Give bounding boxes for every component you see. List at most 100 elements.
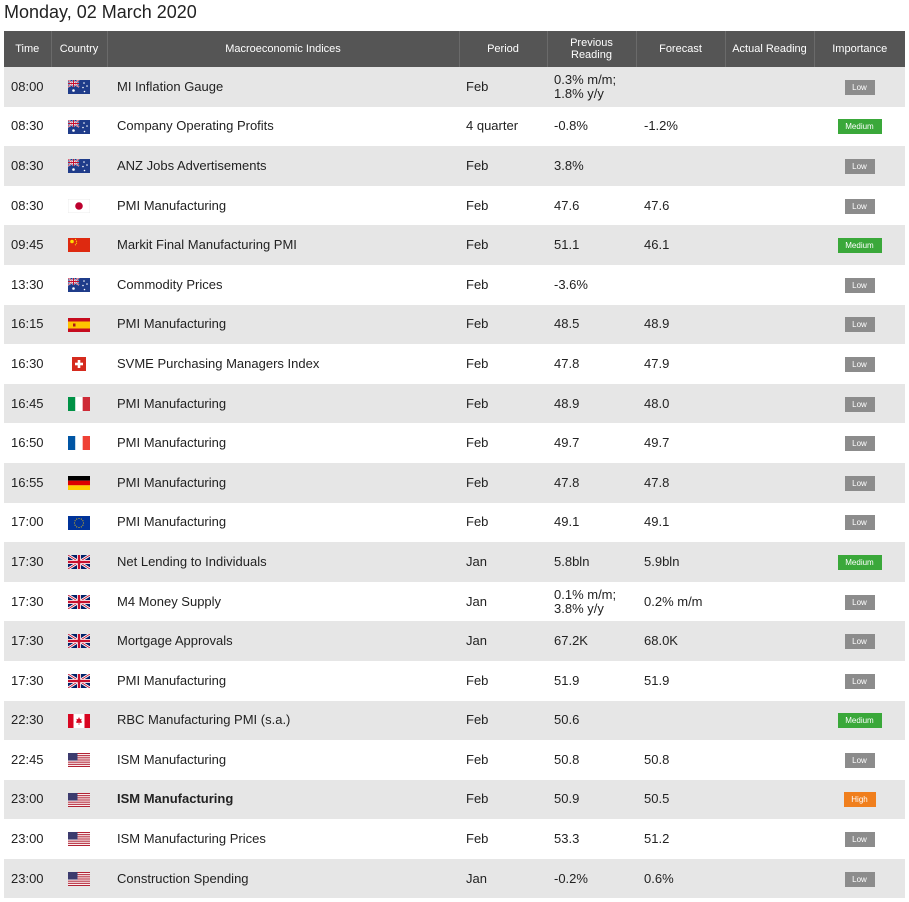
cell-country [51,383,107,424]
cell-previous-reading: 53.3 [547,819,636,859]
cell-indicator-name: PMI Manufacturing [107,423,459,463]
table-body: 08:00 MI Inflation Gauge Feb 0.3% m/m; 1.8%… [4,67,905,899]
column-header-country[interactable]: Country [51,31,108,67]
cell-previous-reading: 48.5 [547,304,636,345]
cell-forecast: 50.5 [636,779,725,820]
cell-actual-reading [725,502,814,543]
cell-period: Jan [459,581,547,622]
importance-badge: Low [844,634,875,650]
cell-forecast: 0.6% [636,858,725,899]
column-header-forecast[interactable]: Forecast [636,31,726,67]
cell-period: Jan [459,621,547,661]
cell-importance: Low [814,304,905,345]
cell-indicator-name: PMI Manufacturing [107,304,459,345]
united-states-flag-icon [68,832,90,847]
cell-previous-reading: 49.7 [547,423,636,463]
cell-period: Feb [459,819,547,859]
cell-forecast: 48.9 [636,304,725,345]
importance-badge: Low [844,594,875,610]
cell-period: Feb [459,304,547,345]
table-row[interactable]: 23:00 ISM Manufacturing Feb 50.9 50.5 High [4,779,905,820]
cell-country [51,304,107,345]
column-header-time[interactable]: Time [4,31,52,67]
cell-time: 08:30 [4,185,51,226]
table-row[interactable]: 09:45 Markit Final Manufacturing PMI Feb 51… [4,225,905,265]
table-row[interactable]: 16:55 PMI Manufacturing Feb 47.8 47.8 Low [4,462,905,503]
importance-badge: Low [844,515,875,531]
column-header-index[interactable]: Macroeconomic Indices [107,31,460,67]
cell-importance: Low [814,819,905,859]
cell-period: Feb [459,383,547,424]
cell-period: Feb [459,740,547,780]
importance-badge: Low [844,79,875,95]
cell-period: 4 quarter [459,106,547,147]
cell-indicator-name: Markit Final Manufacturing PMI [107,225,459,265]
cell-importance: Medium [814,700,905,741]
cell-country [51,264,107,305]
united-states-flag-icon [68,792,90,807]
table-row[interactable]: 22:30 RBC Manufacturing PMI (s.a.) Feb 50.6… [4,700,905,741]
cell-importance: Low [814,740,905,780]
table-row[interactable]: 17:30 PMI Manufacturing Feb 51.9 51.9 Low [4,660,905,701]
cell-time: 16:15 [4,304,51,345]
cell-previous-reading: 50.9 [547,779,636,820]
cell-period: Feb [459,67,547,107]
cell-actual-reading [725,819,814,859]
table-row[interactable]: 17:30 Net Lending to Individuals Jan 5.8bln… [4,542,905,582]
importance-badge: Low [844,752,875,768]
cell-forecast: 47.9 [636,344,725,384]
table-row[interactable]: 17:30 M4 Money Supply Jan 0.1% m/m; 3.8% y/… [4,581,905,622]
table-row[interactable]: 23:00 Construction Spending Jan -0.2% 0.6% Lo… [4,858,905,899]
cell-period: Feb [459,462,547,503]
table-row[interactable]: 17:30 Mortgage Approvals Jan 67.2K 68.0K Low [4,621,905,661]
cell-importance: Low [814,185,905,226]
table-row[interactable]: 23:00 ISM Manufacturing Prices Feb 53.3 51.2… [4,819,905,859]
cell-actual-reading [725,621,814,661]
column-header-period[interactable]: Period [459,31,548,67]
cell-period: Feb [459,344,547,384]
cell-forecast: 68.0K [636,621,725,661]
cell-importance: Low [814,581,905,622]
table-row[interactable]: 16:15 PMI Manufacturing Feb 48.5 48.9 Low [4,304,905,345]
table-row[interactable]: 16:50 PMI Manufacturing Feb 49.7 49.7 Low [4,423,905,463]
table-row[interactable]: 08:30 PMI Manufacturing Feb 47.6 47.6 Low [4,185,905,226]
cell-importance: Low [814,423,905,463]
table-row[interactable]: 08:30 Company Operating Profits 4 quarter -… [4,106,905,147]
cell-period: Feb [459,660,547,701]
cell-indicator-name: PMI Manufacturing [107,383,459,424]
table-row[interactable]: 17:00 PMI Manufacturing Feb 49.1 49.1 Low [4,502,905,543]
column-header-actual[interactable]: Actual Reading [725,31,815,67]
european-union-flag-icon [68,515,90,530]
cell-time: 08:30 [4,146,51,186]
cell-country [51,502,107,543]
cell-time: 17:00 [4,502,51,543]
cell-forecast: 0.2% m/m [636,581,725,622]
cell-forecast: 47.8 [636,462,725,503]
cell-forecast: 51.9 [636,660,725,701]
cell-actual-reading [725,423,814,463]
column-header-importance[interactable]: Importance [814,31,905,67]
cell-actual-reading [725,660,814,701]
cell-indicator-name: Construction Spending [107,858,459,899]
importance-badge: Medium [837,713,882,729]
table-row[interactable]: 08:30 ANZ Jobs Advertisements Feb 3.8% Low [4,146,905,186]
cell-previous-reading: -3.6% [547,264,636,305]
column-header-previous[interactable]: Previous Reading [547,31,637,67]
table-row[interactable]: 16:30 SVME Purchasing Managers Index Feb 47… [4,344,905,384]
calendar-table-container: Time Country Macroeconomic Indices Perio… [4,31,905,899]
cell-period: Feb [459,146,547,186]
cell-period: Jan [459,542,547,582]
table-row[interactable]: 08:00 MI Inflation Gauge Feb 0.3% m/m; 1.8%… [4,67,905,107]
cell-actual-reading [725,542,814,582]
china-flag-icon [68,238,90,253]
table-row[interactable]: 16:45 PMI Manufacturing Feb 48.9 48.0 Low [4,383,905,424]
cell-country [51,700,107,741]
cell-indicator-name: PMI Manufacturing [107,462,459,503]
france-flag-icon [68,436,90,451]
cell-country [51,423,107,463]
cell-previous-reading: 0.3% m/m; 1.8% y/y [547,67,636,107]
importance-badge: Low [844,673,875,689]
cell-period: Feb [459,779,547,820]
table-row[interactable]: 22:45 ISM Manufacturing Feb 50.8 50.8 Low [4,740,905,780]
table-row[interactable]: 13:30 Commodity Prices Feb -3.6% Low [4,264,905,305]
